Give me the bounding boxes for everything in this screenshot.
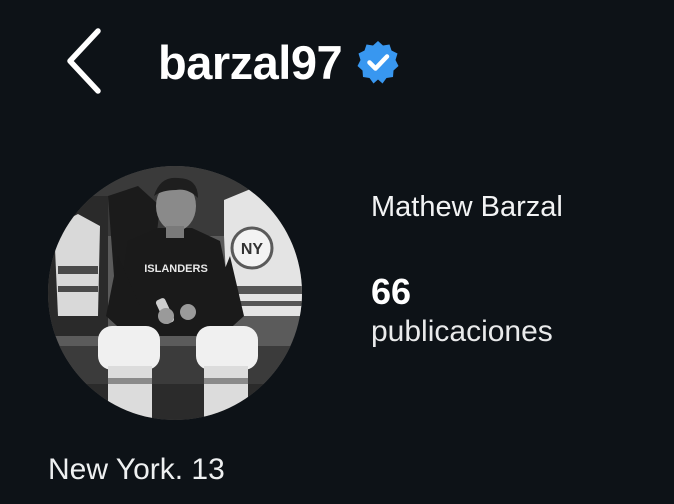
profile-info: Mathew Barzal 66 publicaciones	[371, 190, 661, 348]
profile-header: barzal97	[0, 0, 674, 130]
chevron-left-icon	[67, 28, 101, 94]
username-row: barzal97	[158, 30, 402, 94]
back-button[interactable]	[60, 26, 108, 96]
full-name: Mathew Barzal	[371, 191, 563, 223]
profile-bio: New York. 13	[48, 453, 225, 486]
profile-avatar[interactable]: NY ISLANDERS	[48, 166, 302, 420]
posts-stat[interactable]: 66 publicaciones	[371, 272, 553, 350]
svg-text:NY: NY	[241, 241, 264, 258]
username: barzal97	[158, 35, 343, 89]
avatar-jersey-text: ISLANDERS	[144, 263, 208, 275]
posts-label: publicaciones	[371, 314, 553, 348]
posts-count: 66	[371, 271, 412, 312]
verified-badge-icon	[354, 38, 402, 86]
